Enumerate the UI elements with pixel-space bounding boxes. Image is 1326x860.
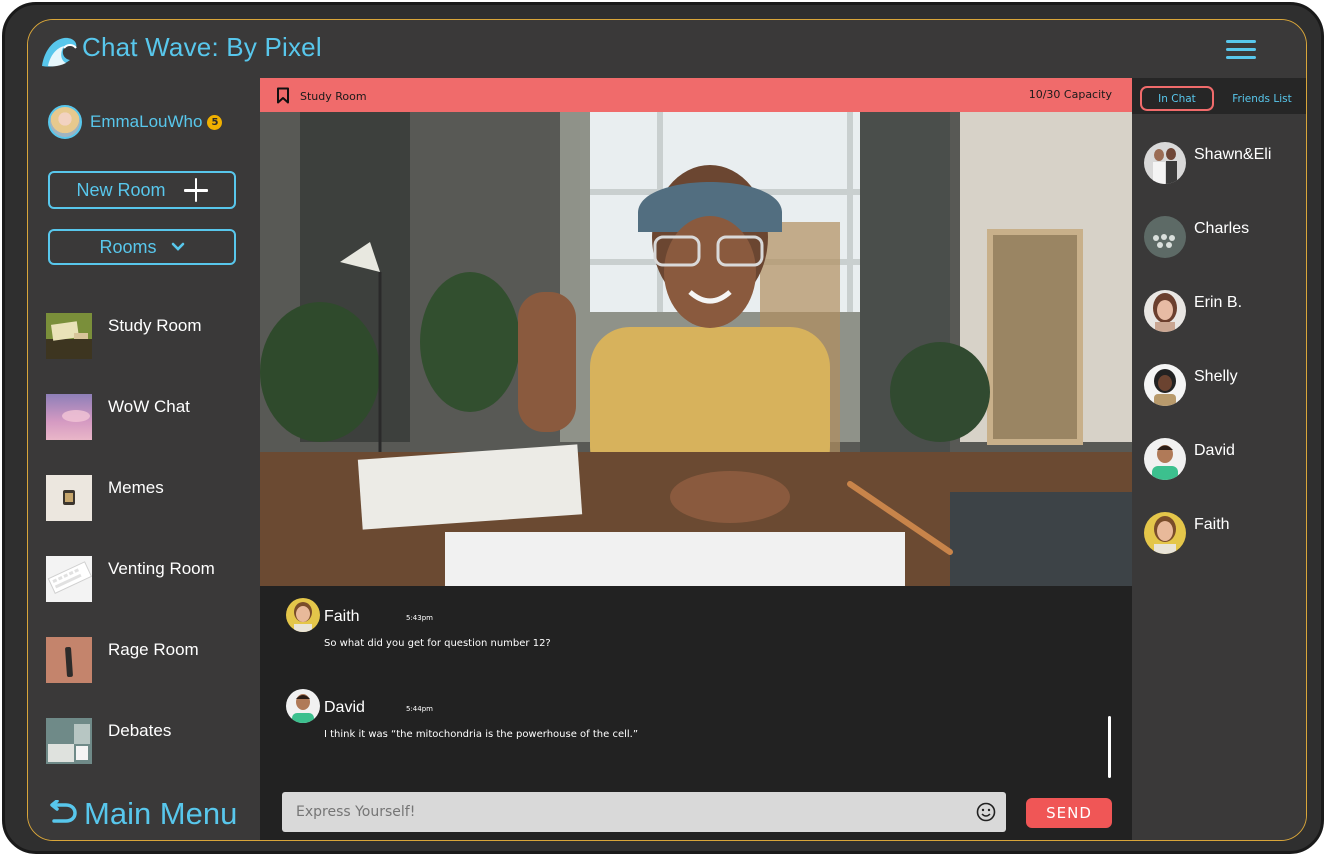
left-sidebar: EmmaLouWho 5 New Room Rooms Study Room W… (28, 78, 260, 840)
message-composer (282, 792, 1006, 832)
room-item-wow-chat[interactable]: WoW Chat (46, 394, 246, 440)
rooms-dropdown[interactable]: Rooms (48, 229, 236, 265)
member-item[interactable]: Faith (1144, 512, 1304, 556)
member-name: Shelly (1194, 368, 1238, 385)
room-thumbnail (46, 637, 92, 683)
member-item[interactable]: Charles (1144, 216, 1304, 260)
user-profile[interactable]: EmmaLouWho 5 (48, 104, 223, 140)
send-button[interactable]: SEND (1026, 798, 1112, 828)
avatar (1144, 216, 1186, 258)
room-item-debates[interactable]: Debates (46, 718, 246, 764)
emoji-icon[interactable] (976, 802, 996, 822)
chat-message: Faith 5:43pm So what did you get for que… (286, 598, 1046, 668)
member-name: Shawn&Eli (1194, 146, 1272, 163)
chat-scrollbar[interactable] (1108, 716, 1111, 778)
avatar (1144, 438, 1186, 480)
rooms-label: Rooms (99, 236, 157, 257)
room-label: WoW Chat (108, 397, 190, 416)
room-thumbnail (46, 556, 92, 602)
username: EmmaLouWho (90, 112, 203, 131)
new-room-label: New Room (76, 179, 166, 200)
member-name: Faith (1194, 516, 1230, 533)
main-menu-label: Main Menu (84, 796, 238, 831)
tab-in-chat[interactable]: In Chat (1140, 86, 1214, 111)
message-author: Faith (324, 608, 360, 625)
plus-icon (183, 178, 208, 202)
avatar[interactable] (286, 598, 320, 632)
member-item[interactable]: Shelly (1144, 364, 1304, 408)
room-item-rage-room[interactable]: Rage Room (46, 637, 246, 683)
room-thumbnail (46, 313, 92, 359)
chevron-down-icon (171, 242, 184, 251)
app-screen: Chat Wave: By Pixel EmmaLouWho 5 New Roo… (27, 19, 1307, 841)
chat-panel: Faith 5:43pm So what did you get for que… (260, 586, 1132, 840)
main-menu-button[interactable]: Main Menu (48, 794, 237, 834)
members-tabs: In Chat Friends List (1132, 78, 1306, 114)
app-header: Chat Wave: By Pixel (28, 20, 1306, 78)
wave-icon (42, 37, 77, 67)
room-label: Memes (108, 478, 164, 497)
member-item[interactable]: Erin B. (1144, 290, 1304, 334)
avatar (1144, 290, 1186, 332)
tab-friends-list[interactable]: Friends List (1222, 86, 1302, 111)
room-capacity: 10/30 Capacity (1028, 88, 1112, 101)
message-text: I think it was “the mitochondria is the … (324, 729, 639, 740)
notification-badge: 5 (207, 114, 223, 130)
room-label: Rage Room (108, 640, 199, 659)
room-label: Study Room (108, 316, 202, 335)
room-item-study-room[interactable]: Study Room (46, 313, 246, 359)
video-feed[interactable] (260, 112, 1132, 586)
room-view: Study Room 10/30 Capacity Faith 5:43pm S… (260, 78, 1132, 840)
room-item-venting-room[interactable]: Venting Room (46, 556, 246, 602)
room-thumbnail (46, 394, 92, 440)
bookmark-icon[interactable] (276, 87, 290, 104)
return-arrow-icon (50, 800, 77, 823)
avatar (1144, 512, 1186, 554)
room-label: Venting Room (108, 559, 215, 578)
new-room-button[interactable]: New Room (48, 171, 236, 209)
message-input[interactable] (282, 792, 1006, 832)
message-text: So what did you get for question number … (324, 638, 551, 649)
member-name: David (1194, 442, 1235, 459)
member-item[interactable]: Shawn&Eli (1144, 142, 1304, 186)
room-label: Debates (108, 721, 172, 740)
chat-message: David 5:44pm I think it was “the mitocho… (286, 689, 1046, 759)
room-thumbnail (46, 475, 92, 521)
room-header-bar: Study Room 10/30 Capacity (260, 78, 1132, 112)
hamburger-menu-icon[interactable] (1226, 40, 1256, 60)
avatar[interactable] (286, 689, 320, 723)
members-panel: In Chat Friends List Shawn&Eli Charles E… (1132, 78, 1306, 840)
member-name: Erin B. (1194, 294, 1243, 311)
message-timestamp: 5:43pm (406, 614, 433, 622)
app-title: Chat Wave: By Pixel (82, 32, 322, 62)
message-timestamp: 5:44pm (406, 705, 433, 713)
room-item-memes[interactable]: Memes (46, 475, 246, 521)
avatar (1144, 364, 1186, 406)
member-item[interactable]: David (1144, 438, 1304, 482)
video-scene (260, 112, 1132, 586)
member-name: Charles (1194, 220, 1250, 237)
message-author: David (324, 699, 365, 716)
avatar (48, 105, 82, 139)
current-room-name: Study Room (300, 90, 367, 103)
avatar (1144, 142, 1186, 184)
room-thumbnail (46, 718, 92, 764)
tablet-frame: Chat Wave: By Pixel EmmaLouWho 5 New Roo… (2, 2, 1324, 854)
